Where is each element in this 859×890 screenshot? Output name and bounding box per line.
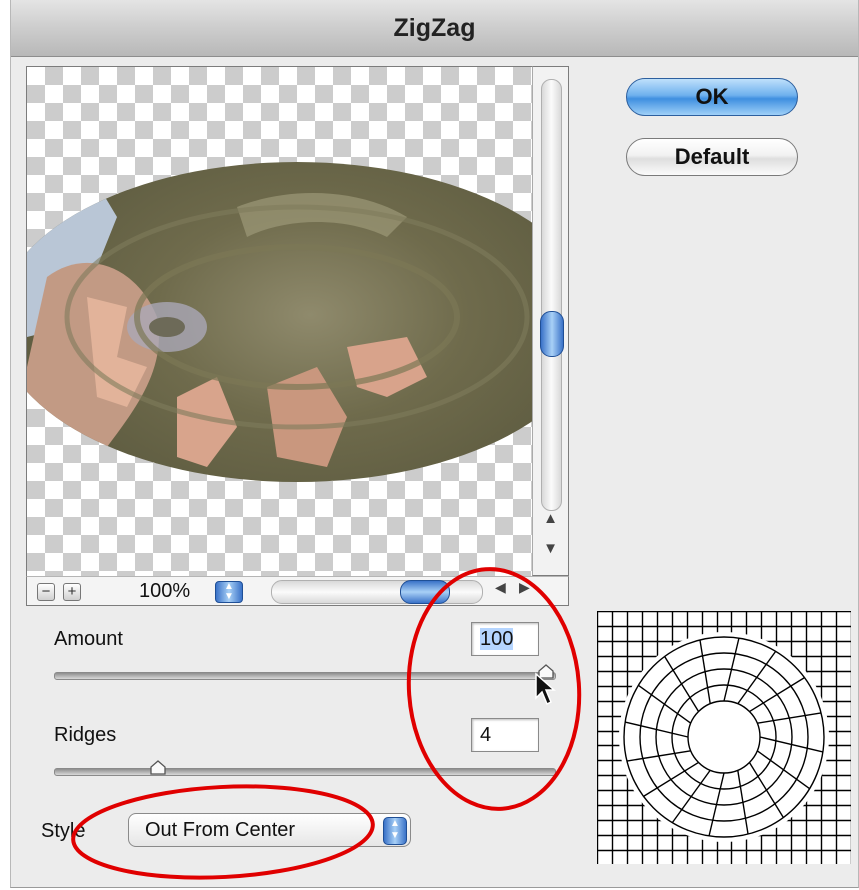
scroll-down-arrow-icon[interactable]: ▼ <box>533 537 568 561</box>
select-arrows-icon: ▲ ▼ <box>383 817 407 845</box>
amount-label: Amount <box>54 628 123 650</box>
dialog-title: ZigZag <box>11 0 858 57</box>
zigzag-dialog: ZigZag ▲ ▼ − + 100% ▲ ▼ ◀ ▶ OK Default A… <box>10 0 859 888</box>
ok-button[interactable]: OK <box>626 78 798 116</box>
zoom-stepper[interactable]: ▲ ▼ <box>215 581 243 603</box>
vertical-scroll-track[interactable] <box>541 79 562 511</box>
filter-preview-image[interactable] <box>26 66 543 578</box>
amount-field[interactable]: 100 <box>471 622 539 656</box>
amount-slider[interactable] <box>54 672 556 680</box>
distorted-preview-graphic <box>27 162 542 482</box>
ridges-slider-thumb[interactable] <box>149 760 167 776</box>
horizontal-scroll-track[interactable] <box>271 580 483 604</box>
ridges-field[interactable]: 4 <box>471 718 539 752</box>
style-select[interactable]: Out From Center ▲ ▼ <box>128 813 411 847</box>
amount-value: 100 <box>480 628 514 650</box>
style-select-value: Out From Center <box>145 819 296 841</box>
zoom-level: 100% <box>139 580 191 602</box>
style-label: Style <box>41 820 86 842</box>
mouse-cursor-icon <box>535 672 556 706</box>
scroll-right-arrow-icon[interactable]: ▶ <box>519 579 530 596</box>
vertical-scroll-thumb[interactable] <box>540 311 564 357</box>
zoom-out-icon[interactable]: − <box>37 583 55 601</box>
ridges-label: Ridges <box>54 724 117 746</box>
distortion-grid-preview <box>597 611 851 864</box>
preview-zoom-bar: − + 100% ▲ ▼ ◀ ▶ <box>26 576 569 606</box>
scroll-up-arrow-icon[interactable]: ▲ <box>533 507 568 531</box>
horizontal-scroll-thumb[interactable] <box>400 580 450 604</box>
grid-distortion-area <box>619 632 829 842</box>
default-button[interactable]: Default <box>626 138 798 176</box>
scroll-left-arrow-icon[interactable]: ◀ <box>495 579 506 596</box>
preview-vertical-scrollbar[interactable]: ▲ ▼ <box>532 66 569 576</box>
ridges-slider[interactable] <box>54 768 556 776</box>
zoom-in-icon[interactable]: + <box>63 583 81 601</box>
